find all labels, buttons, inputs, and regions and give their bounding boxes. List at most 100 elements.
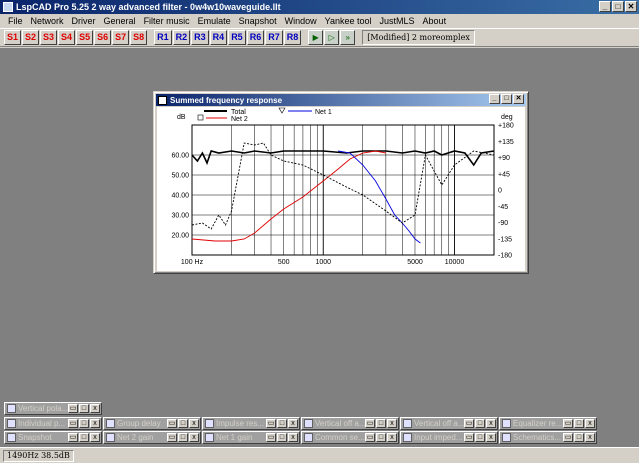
restore-button[interactable]: ▭ [563,433,573,442]
maximize-button[interactable]: □ [612,1,624,12]
recall-button-r5[interactable]: R5 [228,30,246,45]
close-button[interactable]: ✕ [625,1,637,12]
maximize-button[interactable]: □ [574,419,584,428]
menu-yankee-tool[interactable]: Yankee tool [321,16,376,26]
app-title-bar[interactable]: LspCAD Pro 5.25 2 way advanced filter - … [0,0,639,14]
window-icon [106,419,115,428]
recall-button-r3[interactable]: R3 [191,30,209,45]
minimized-window[interactable]: Net 1 gain ▭ □ x [202,431,300,444]
close-button[interactable]: x [585,419,595,428]
minimized-window-label: Vertical pola... [18,404,68,413]
recall-button-r4[interactable]: R4 [209,30,228,45]
play-icon[interactable]: ▶ [308,30,324,45]
recall-button-r7[interactable]: R7 [265,30,283,45]
restore-button[interactable]: ▭ [266,419,276,428]
minimized-window-label: Schematics... [513,433,562,442]
close-button[interactable]: x [486,433,496,442]
restore-button[interactable]: ▭ [266,433,276,442]
close-button[interactable]: x [189,433,199,442]
minimized-window[interactable]: Vertical pola... ▭ □ x [4,402,102,415]
restore-button[interactable]: ▭ [365,433,375,442]
restore-button[interactable]: ▭ [563,419,573,428]
restore-button[interactable]: ▭ [68,433,78,442]
snapshot-button-s2[interactable]: S2 [22,30,40,45]
minimized-window[interactable]: Net 2 gain ▭ □ x [103,431,201,444]
minimized-window[interactable]: Equalizer re... ▭ □ x [499,417,597,430]
minimized-window[interactable]: Vertical off a... ▭ □ x [400,417,498,430]
y2-tick-label: +135 [498,139,514,146]
close-button[interactable]: x [585,433,595,442]
minimized-window[interactable]: Snapshot ▭ □ x [4,431,102,444]
snapshot-button-s4[interactable]: S4 [58,30,76,45]
minimized-window-label: Individual p... [18,419,66,428]
child-title-bar[interactable]: Summed frequency response _ □ ✕ [156,94,526,106]
restore-button[interactable]: ▭ [68,419,78,428]
minimize-button[interactable]: _ [599,1,611,12]
maximize-button[interactable]: □ [376,419,386,428]
snapshot-button-s5[interactable]: S5 [76,30,94,45]
restore-button[interactable]: ▭ [464,419,474,428]
restore-button[interactable]: ▭ [68,404,78,413]
maximize-button[interactable]: □ [178,419,188,428]
snapshot-button-s8[interactable]: S8 [130,30,148,45]
maximize-button[interactable]: □ [79,419,89,428]
child-close-button[interactable]: ✕ [513,94,524,104]
menu-about[interactable]: About [419,16,451,26]
fast-icon[interactable]: » [340,30,356,45]
restore-button[interactable]: ▭ [365,419,375,428]
recall-button-r2[interactable]: R2 [172,30,191,45]
y-tick-label: 20.00 [171,233,189,240]
window-icon [205,419,214,428]
recall-button-r6[interactable]: R6 [246,30,265,45]
maximize-button[interactable]: □ [277,419,287,428]
close-button[interactable]: x [288,433,298,442]
plot-pane[interactable]: 100 Hz 500 1000 5000 10000 20.00 30.00 40.00 50.… [157,107,525,271]
maximize-button[interactable]: □ [574,433,584,442]
menu-driver[interactable]: Driver [68,16,100,26]
menu-filter-music[interactable]: Filter music [140,16,194,26]
maximize-button[interactable]: □ [79,404,89,413]
minimized-window[interactable]: Group delay ▭ □ x [103,417,201,430]
minimized-window[interactable]: Vertical off a... ▭ □ x [301,417,399,430]
close-button[interactable]: x [387,433,397,442]
snapshot-button-s1[interactable]: S1 [4,30,22,45]
close-button[interactable]: x [90,404,100,413]
maximize-button[interactable]: □ [277,433,287,442]
close-button[interactable]: x [288,419,298,428]
close-button[interactable]: x [189,419,199,428]
maximize-button[interactable]: □ [178,433,188,442]
close-button[interactable]: x [90,433,100,442]
restore-button[interactable]: ▭ [167,419,177,428]
close-button[interactable]: x [387,419,397,428]
maximize-button[interactable]: □ [79,433,89,442]
child-minimize-button[interactable]: _ [489,94,500,104]
restore-button[interactable]: ▭ [464,433,474,442]
frequency-response-chart[interactable]: 100 Hz 500 1000 5000 10000 20.00 30.00 40.00 50.… [157,107,525,271]
menu-snapshot[interactable]: Snapshot [235,16,281,26]
menu-network[interactable]: Network [27,16,68,26]
step-icon[interactable]: ▷ [324,30,340,45]
minimized-window[interactable]: Individual p... ▭ □ x [4,417,102,430]
restore-button[interactable]: ▭ [167,433,177,442]
y-tick-label: 30.00 [171,213,189,220]
minimized-window[interactable]: Input imped... ▭ □ x [400,431,498,444]
snapshot-button-s3[interactable]: S3 [40,30,58,45]
maximize-button[interactable]: □ [475,433,485,442]
minimized-window[interactable]: Schematics... ▭ □ x [499,431,597,444]
snapshot-button-s6[interactable]: S6 [94,30,112,45]
child-maximize-button[interactable]: □ [501,94,512,104]
menu-emulate[interactable]: Emulate [194,16,235,26]
menu-justmls[interactable]: JustMLS [376,16,419,26]
menu-general[interactable]: General [100,16,140,26]
menu-window[interactable]: Window [281,16,321,26]
snapshot-button-s7[interactable]: S7 [112,30,130,45]
recall-button-r8[interactable]: R8 [283,30,302,45]
minimized-window[interactable]: Common se... ▭ □ x [301,431,399,444]
menu-file[interactable]: File [4,16,27,26]
recall-button-r1[interactable]: R1 [154,30,172,45]
maximize-button[interactable]: □ [475,419,485,428]
close-button[interactable]: x [90,419,100,428]
minimized-window[interactable]: Impulse res... ▭ □ x [202,417,300,430]
close-button[interactable]: x [486,419,496,428]
maximize-button[interactable]: □ [376,433,386,442]
